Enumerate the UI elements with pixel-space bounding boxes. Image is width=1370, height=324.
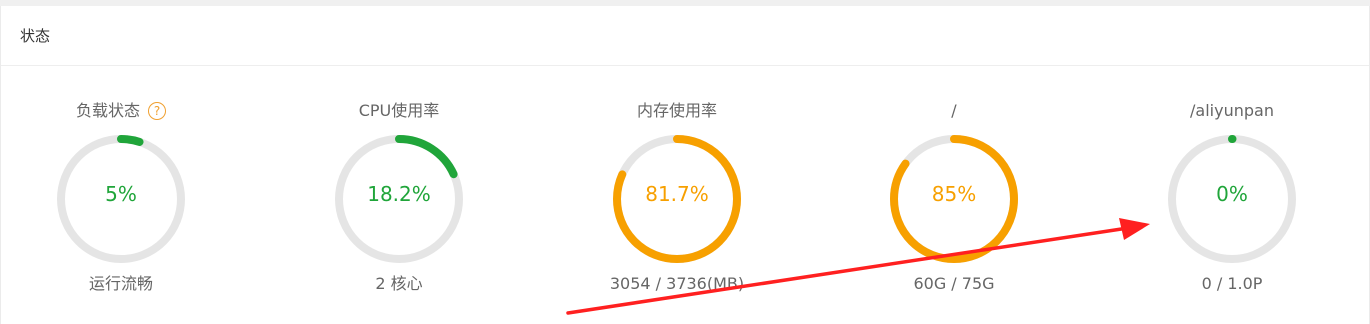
gauge-value: 85% — [931, 182, 977, 206]
gauge-disk-root[interactable]: / 85% 60G / 75G — [854, 66, 1054, 324]
gauge-label: CPU使用率 — [358, 101, 440, 120]
gauge-sub: 2 核心 — [375, 274, 423, 293]
gauge-value: 0% — [1216, 182, 1248, 206]
gauge-sub: 60G / 75G — [913, 274, 995, 293]
gauge-value: 5% — [105, 182, 137, 206]
gauge-value: 18.2% — [367, 182, 431, 206]
gauge-load[interactable]: 负载状态? 5% 运行流畅 — [21, 66, 221, 324]
gauge-label: / — [951, 101, 957, 120]
gauge-value: 81.7% — [645, 182, 709, 206]
gauge-sub: 运行流畅 — [88, 274, 153, 293]
gauge-sub: 0 / 1.0P — [1201, 274, 1263, 293]
gauge-label: 内存使用率 — [636, 101, 717, 120]
gauge-label: 负载状态? — [21, 100, 221, 122]
gauge-label: /aliyunpan — [1190, 101, 1274, 120]
gauge-label-text: 负载状态 — [75, 101, 140, 120]
gauge-disk-aliyunpan[interactable]: /aliyunpan 0% 0 / 1.0P — [1132, 66, 1332, 324]
gauge-cpu[interactable]: CPU使用率 18.2% 2 核心 — [299, 66, 499, 324]
panel-title: 状态 — [20, 27, 51, 45]
gauge-sub: 3054 / 3736(MB) — [609, 274, 745, 293]
panel-header: 状态 — [1, 6, 1369, 66]
help-icon[interactable]: ? — [148, 102, 166, 120]
gauge-memory[interactable]: 内存使用率 81.7% 3054 / 3736(MB) — [577, 66, 777, 324]
status-panel: 状态 负载状态? 5% 运行流畅 CPU使用率 18.2% 2 核心 内存使用率… — [0, 6, 1370, 324]
